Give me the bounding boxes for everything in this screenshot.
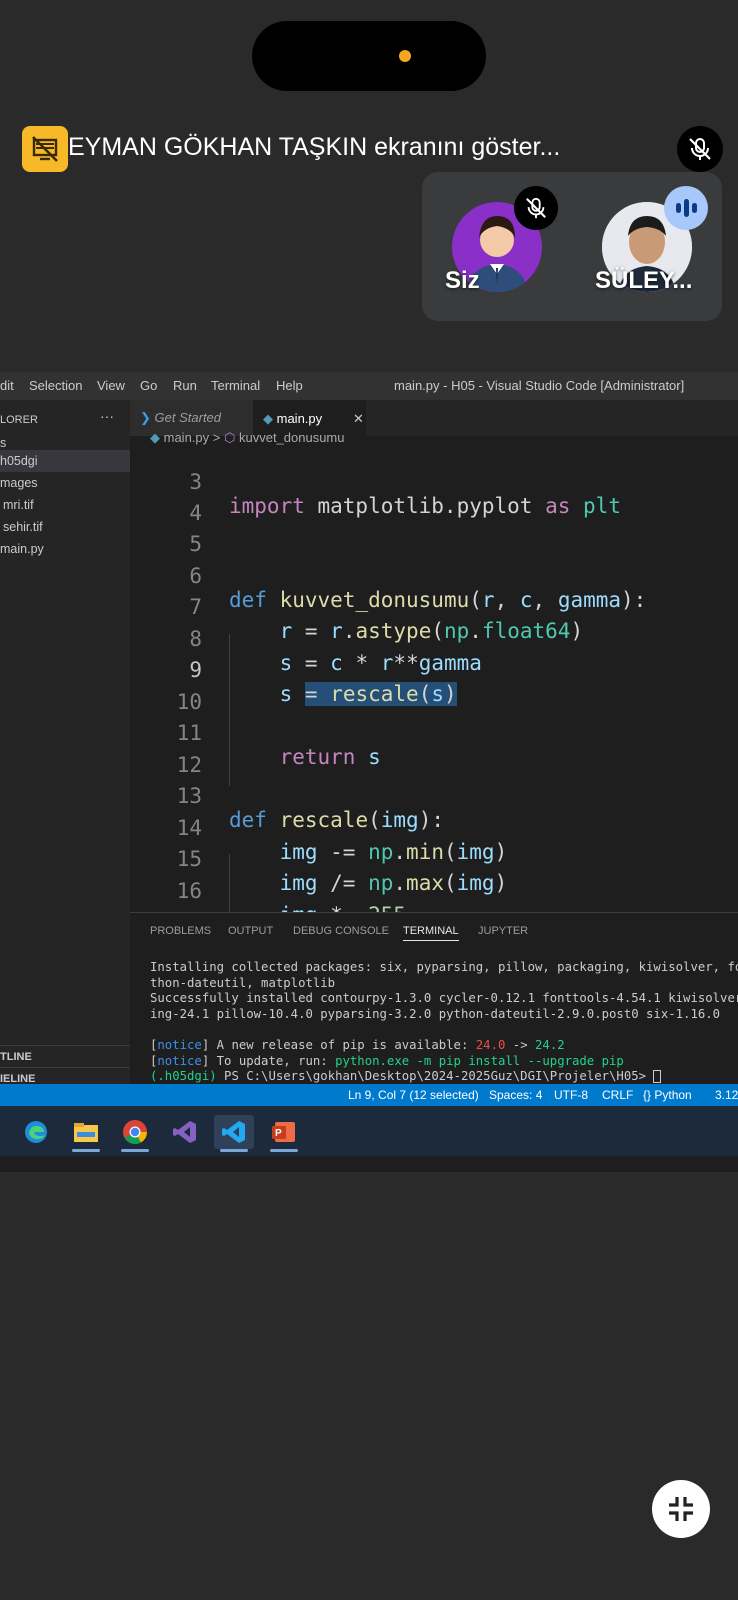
terminal-line: ing-24.1 pillow-10.4.0 pyparsing-3.2.0 p… — [150, 1007, 721, 1021]
participants-panel: Siz SÜLEY... — [422, 172, 722, 321]
code-line: 13 def rescale(img): — [130, 756, 738, 832]
participant-name: SÜLEY... — [595, 267, 693, 294]
explorer-item-file[interactable]: sehir.tif — [0, 516, 130, 538]
camera-notch — [252, 21, 486, 91]
explorer-header: LORER — [0, 414, 38, 426]
menu-help[interactable]: Help — [276, 378, 303, 393]
code-line: 12 — [130, 725, 738, 777]
explorer-item-folder[interactable]: h05dgi — [0, 450, 130, 472]
terminal-line: Successfully installed contourpy-1.3.0 c… — [150, 991, 738, 1005]
python-file-icon: ◆ — [263, 411, 273, 426]
file-explorer-icon[interactable] — [66, 1115, 106, 1152]
speaking-icon — [664, 186, 708, 230]
code-line: 6 def kuvvet_donusumu(r, c, gamma): — [130, 536, 738, 612]
mic-off-icon — [514, 186, 558, 230]
status-eol[interactable]: CRLF — [602, 1088, 633, 1102]
svg-text:P: P — [275, 1128, 282, 1139]
participant-name: Siz — [445, 267, 480, 294]
code-line: 15 img /= np.max(img) — [130, 819, 738, 895]
bottom-panel: PROBLEMS OUTPUT DEBUG CONSOLE TERMINAL J… — [130, 912, 738, 1084]
terminal-line: [notice] To update, run: python.exe -m p… — [150, 1054, 624, 1068]
tab-debug-console[interactable]: DEBUG CONSOLE — [293, 925, 389, 937]
tab-output[interactable]: OUTPUT — [228, 925, 273, 937]
code-line: 4 — [130, 473, 738, 525]
status-indentation[interactable]: Spaces: 4 — [489, 1088, 542, 1102]
vscode-window: dit Selection View Go Run Terminal Help … — [0, 372, 738, 1172]
edge-icon[interactable] — [16, 1115, 56, 1149]
vscode-icon[interactable] — [214, 1115, 254, 1152]
explorer-item-folder[interactable]: mages — [0, 472, 130, 494]
menu-view[interactable]: View — [97, 378, 125, 393]
code-line: 7 r = r.astype(np.float64) — [130, 567, 738, 643]
code-line: 14 img -= np.min(img) — [130, 788, 738, 864]
status-python-version[interactable]: 3.12 — [715, 1088, 738, 1102]
code-line: 11 return s — [130, 693, 738, 769]
explorer-item-file[interactable]: mri.tif — [0, 494, 130, 516]
menu-go[interactable]: Go — [140, 378, 157, 393]
terminal-cursor — [653, 1070, 662, 1083]
status-bar: Ln 9, Col 7 (12 selected) Spaces: 4 UTF-… — [0, 1084, 738, 1106]
tab-label: Get Started — [154, 410, 222, 425]
explorer-sidebar: LORER ··· s h05dgi mages mri.tif sehir.t… — [0, 400, 130, 1085]
windows-taskbar: P — [0, 1106, 738, 1156]
code-line: 3 import matplotlib.pyplot as plt — [130, 442, 738, 518]
screen-share-title: EYMAN GÖKHAN TAŞKIN ekranını göster... — [68, 133, 561, 161]
close-icon[interactable]: ✕ — [353, 401, 364, 437]
visual-studio-icon[interactable] — [165, 1115, 205, 1149]
terminal-line: Installing collected packages: six, pypa… — [150, 960, 738, 974]
status-language[interactable]: {} Python — [643, 1088, 692, 1102]
mic-off-icon[interactable] — [677, 126, 723, 172]
status-cursor-position[interactable]: Ln 9, Col 7 (12 selected) — [348, 1088, 479, 1102]
code-editor[interactable]: 3 import matplotlib.pyplot as plt 4 5 6 … — [130, 442, 738, 912]
window-title: main.py - H05 - Visual Studio Code [Admi… — [394, 378, 685, 393]
terminal-prompt[interactable]: (.h05dgi) PS C:\Users\gokhan\Desktop\202… — [150, 1069, 662, 1085]
outline-section[interactable]: TLINE — [0, 1045, 130, 1067]
camera-indicator-dot — [399, 50, 411, 62]
menu-selection[interactable]: Selection — [29, 378, 82, 393]
tab-label: main.py — [276, 411, 323, 426]
code-line: 17 return img — [130, 882, 738, 912]
braces-icon: {} — [643, 1088, 652, 1102]
menu-edit[interactable]: dit — [0, 378, 14, 393]
code-line: 16 img *= 255 — [130, 851, 738, 912]
terminal-line: thon-dateutil, matplotlib — [150, 976, 336, 990]
tab-problems[interactable]: PROBLEMS — [150, 925, 211, 937]
code-line: 8 s = c * r**gamma — [130, 599, 738, 675]
tab-jupyter[interactable]: JUPYTER — [478, 925, 528, 937]
menu-terminal[interactable]: Terminal — [211, 378, 260, 393]
vscode-icon: ❯ — [140, 410, 151, 425]
terminal-line: [notice] A new release of pip is availab… — [150, 1038, 565, 1052]
title-bar: dit Selection View Go Run Terminal Help … — [0, 372, 738, 400]
tab-terminal[interactable]: TERMINAL — [403, 925, 459, 941]
status-encoding[interactable]: UTF-8 — [554, 1088, 588, 1102]
code-line: 10 — [130, 662, 738, 714]
exit-fullscreen-icon[interactable] — [652, 1480, 710, 1538]
chrome-icon[interactable] — [115, 1115, 155, 1152]
menu-run[interactable]: Run — [173, 378, 197, 393]
powerpoint-icon[interactable]: P — [264, 1115, 304, 1152]
more-actions-icon[interactable]: ··· — [100, 408, 114, 424]
code-line: 5 — [130, 504, 738, 556]
explorer-item-file[interactable]: main.py — [0, 538, 130, 560]
screen-share-off-icon[interactable] — [22, 126, 68, 172]
code-line-current: 9 s = rescale(s) — [130, 630, 738, 706]
